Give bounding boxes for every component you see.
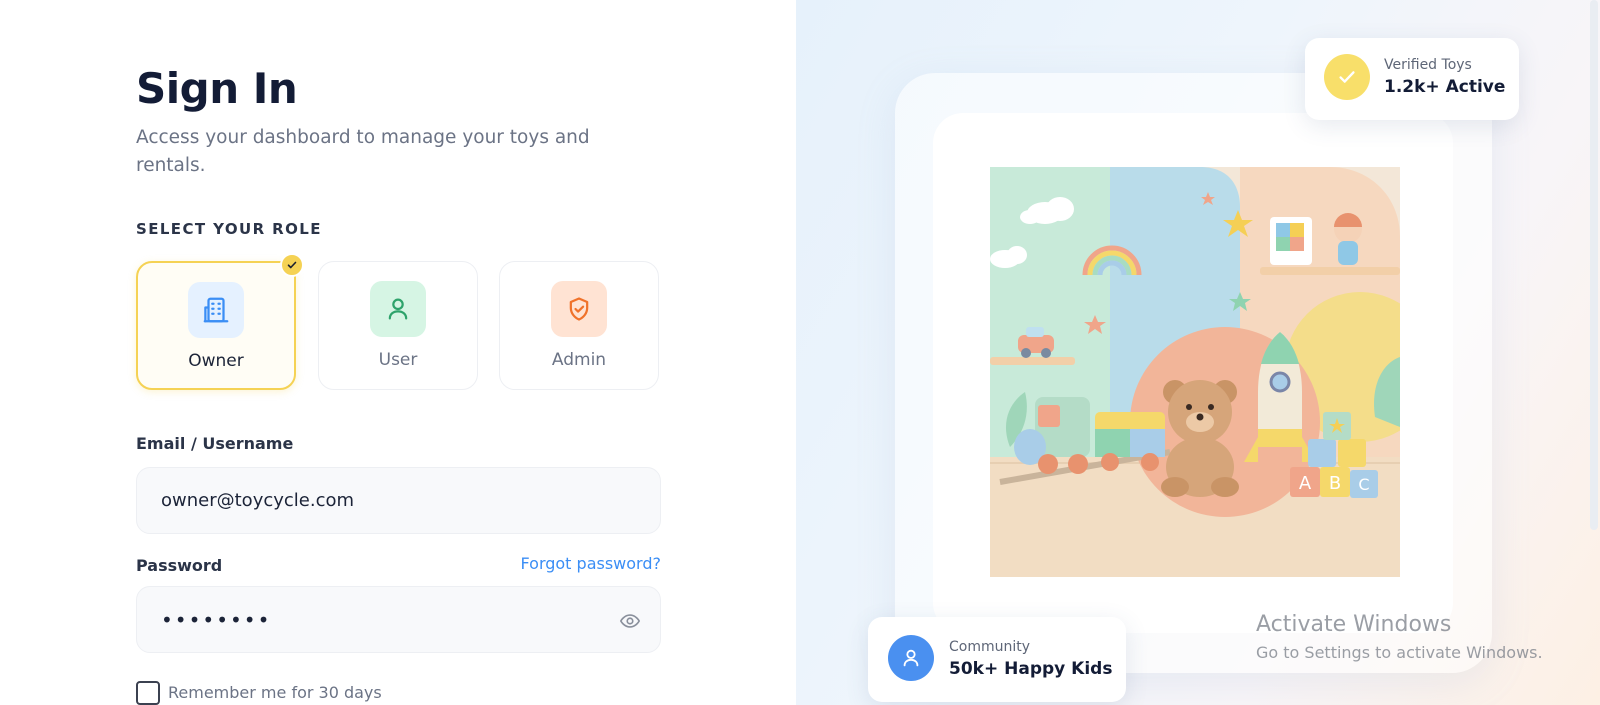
svg-text:C: C — [1358, 475, 1369, 494]
role-heading: SELECT YOUR ROLE — [136, 220, 322, 238]
svg-text:B: B — [1329, 473, 1341, 494]
password-field[interactable] — [136, 586, 661, 653]
community-badge: Community 50k+ Happy Kids — [868, 617, 1126, 702]
scrollbar[interactable] — [1590, 0, 1598, 530]
community-label: Community — [949, 639, 1031, 655]
forgot-password-link[interactable]: Forgot password? — [521, 554, 661, 573]
remember-checkbox[interactable] — [136, 681, 160, 705]
role-label-owner: Owner — [188, 351, 244, 371]
shield-check-icon — [551, 281, 607, 337]
remember-label: Remember me for 30 days — [168, 683, 382, 702]
verified-toys-label: Verified Toys — [1384, 57, 1472, 73]
verified-toys-count: 1.2k+ Active — [1384, 77, 1506, 97]
page-subtitle: Access your dashboard to manage your toy… — [136, 127, 590, 176]
role-card-owner[interactable]: Owner — [136, 253, 304, 390]
building-icon — [188, 282, 244, 338]
role-label-user: User — [378, 350, 418, 370]
page-title: Sign In — [136, 64, 298, 113]
activate-windows-watermark: Activate Windows Go to Settings to activ… — [1256, 612, 1543, 662]
toys-illustration: A B C — [990, 167, 1400, 577]
activate-windows-title: Activate Windows — [1256, 612, 1452, 637]
selected-check-icon — [280, 253, 304, 277]
activate-windows-subtitle: Go to Settings to activate Windows. — [1256, 643, 1543, 662]
eye-icon[interactable] — [618, 609, 642, 633]
user-icon — [888, 635, 934, 681]
user-icon — [370, 281, 426, 337]
email-field[interactable] — [136, 467, 661, 534]
community-count: 50k+ Happy Kids — [949, 659, 1113, 679]
email-label: Email / Username — [136, 434, 294, 453]
role-card-user[interactable]: User — [318, 261, 478, 390]
check-icon — [1324, 54, 1370, 100]
role-label-admin: Admin — [551, 350, 607, 370]
hero-panel: A B C Verified Toys 1.2k+ Active Communi… — [796, 0, 1600, 705]
svg-text:A: A — [1299, 473, 1312, 494]
password-label: Password — [136, 556, 223, 575]
verified-toys-badge: Verified Toys 1.2k+ Active — [1305, 38, 1519, 120]
role-card-admin[interactable]: Admin — [499, 261, 659, 390]
sign-in-panel: Sign In Access your dashboard to manage … — [0, 0, 796, 705]
